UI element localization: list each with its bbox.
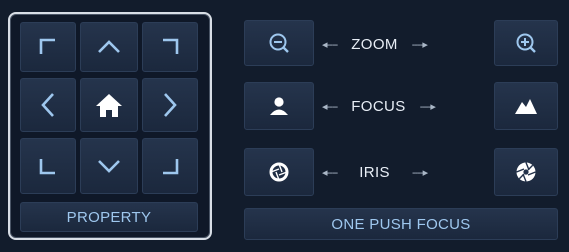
- zoom-label: ZOOM: [351, 35, 398, 53]
- corner-down-right-icon: [163, 159, 179, 175]
- corner-up-left-icon: [39, 38, 55, 54]
- arrow-right-icon: ----▸: [411, 38, 428, 51]
- chevron-up-icon: [98, 40, 120, 53]
- iris-open-icon: [269, 162, 289, 182]
- zoom-out-icon: [269, 33, 289, 53]
- property-label: PROPERTY: [66, 208, 152, 226]
- arrow-right-icon: ----▸: [411, 166, 428, 179]
- corner-up-right-icon: [163, 38, 179, 54]
- iris-label: IRIS: [359, 163, 390, 181]
- focus-row-label: ◂---- FOCUS ----▸: [322, 96, 488, 116]
- home-button[interactable]: [80, 78, 138, 132]
- arrow-left-icon: ◂----: [322, 166, 338, 179]
- home-icon: [96, 94, 122, 117]
- up-right-button[interactable]: [142, 22, 198, 72]
- iris-close-button[interactable]: [494, 148, 558, 196]
- camera-control-panel: PROPERTY ◂---- ZOOM ----▸ ◂---- FOCUS --: [0, 0, 569, 252]
- iris-open-button[interactable]: [244, 148, 314, 196]
- property-button[interactable]: PROPERTY: [20, 202, 198, 232]
- arrow-right-icon: ----▸: [419, 100, 436, 113]
- arrow-left-icon: ◂----: [322, 100, 338, 113]
- focus-near-button[interactable]: [244, 82, 314, 130]
- zoom-in-icon: [516, 33, 536, 53]
- down-left-button[interactable]: [20, 138, 76, 194]
- person-icon: [270, 97, 288, 115]
- zoom-out-button[interactable]: [244, 20, 314, 66]
- one-push-focus-button[interactable]: ONE PUSH FOCUS: [244, 208, 558, 240]
- up-button[interactable]: [80, 22, 138, 72]
- up-left-button[interactable]: [20, 22, 76, 72]
- left-button[interactable]: [20, 78, 76, 132]
- chevron-right-icon: [164, 93, 177, 117]
- iris-closed-icon: [516, 162, 536, 182]
- focus-far-button[interactable]: [494, 82, 558, 130]
- down-button[interactable]: [80, 138, 138, 194]
- one-push-focus-label: ONE PUSH FOCUS: [331, 215, 471, 233]
- direction-pad: PROPERTY: [8, 12, 212, 240]
- focus-label: FOCUS: [351, 97, 406, 115]
- chevron-down-icon: [98, 160, 120, 173]
- iris-row-label: ◂---- IRIS ----▸: [322, 162, 488, 182]
- mountain-icon: [515, 99, 537, 114]
- right-button[interactable]: [142, 78, 198, 132]
- down-right-button[interactable]: [142, 138, 198, 194]
- corner-down-left-icon: [39, 159, 55, 175]
- zoom-in-button[interactable]: [494, 20, 558, 66]
- zoom-row-label: ◂---- ZOOM ----▸: [322, 34, 488, 54]
- chevron-left-icon: [41, 93, 54, 117]
- arrow-left-icon: ◂----: [322, 38, 338, 51]
